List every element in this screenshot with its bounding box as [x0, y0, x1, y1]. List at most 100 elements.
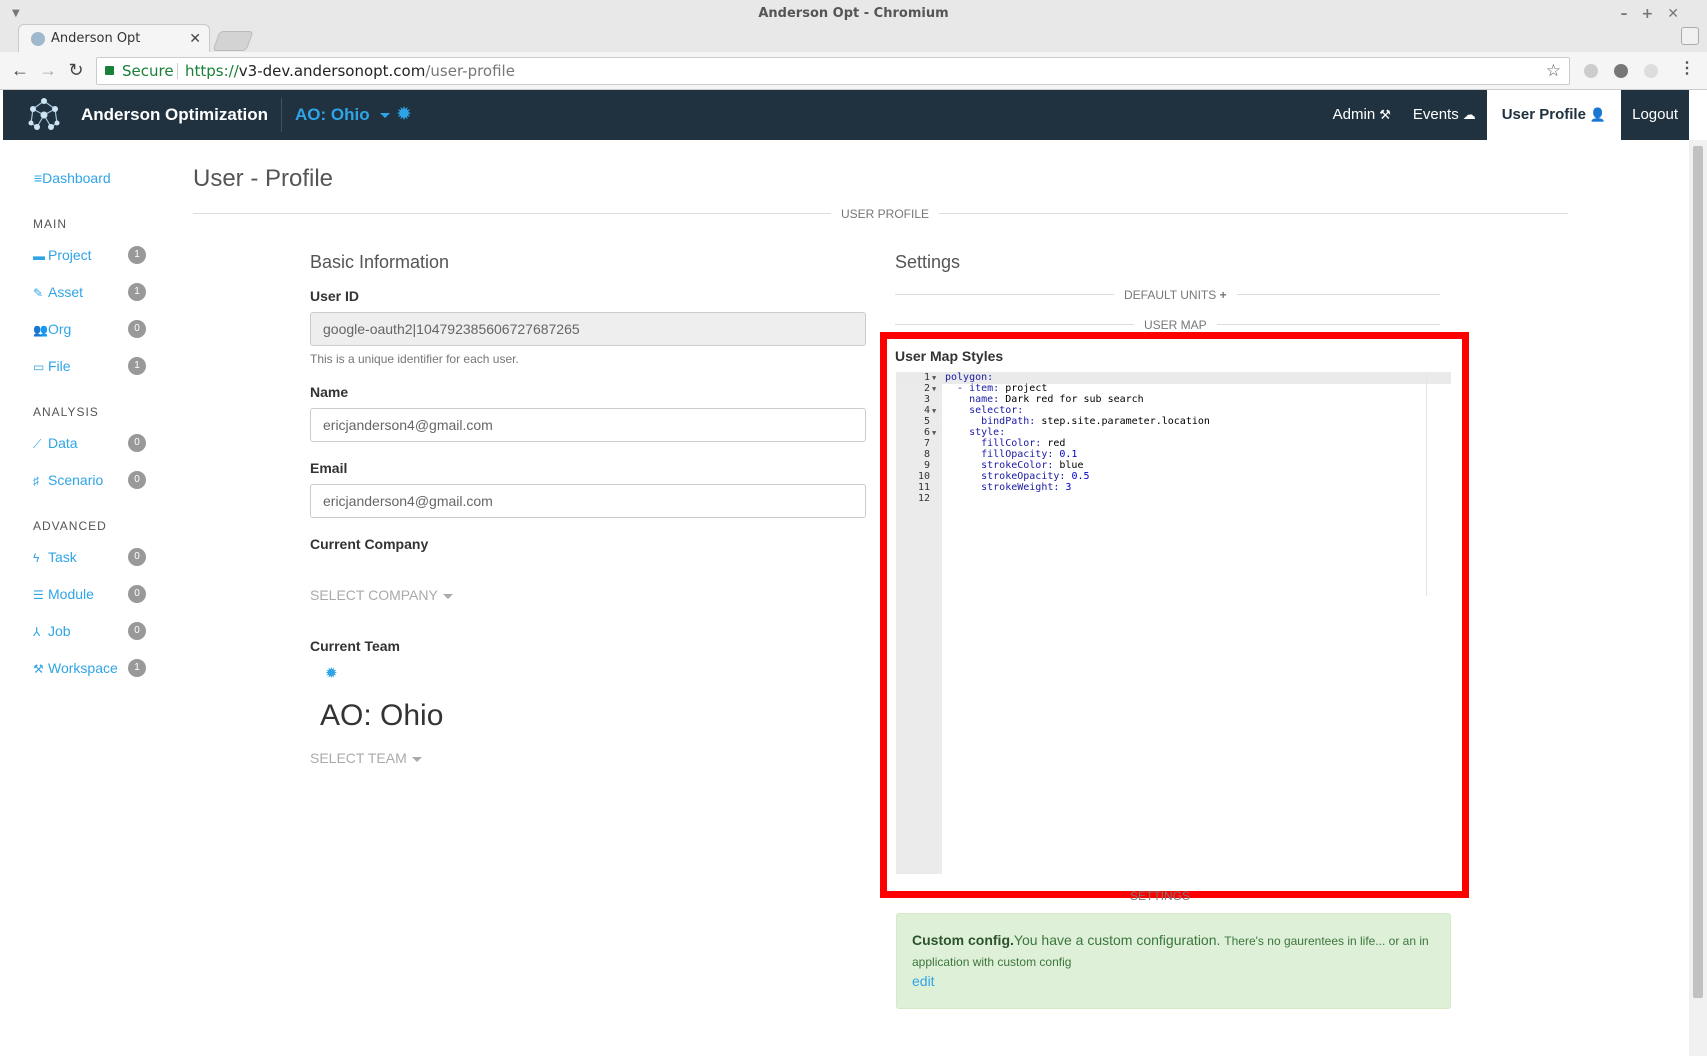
chevron-down-icon — [411, 756, 422, 762]
alert-message: Custom config.You have a custom configur… — [912, 930, 1437, 972]
url-separator — [177, 63, 178, 79]
alert-strong: Custom config. — [912, 932, 1014, 948]
alert-text: You have a custom configuration. — [1013, 932, 1221, 948]
url-text[interactable]: https://v3-dev.andersonopt.com/user-prof… — [185, 58, 515, 84]
pencil-icon: ✎ — [33, 286, 44, 300]
email-label: Email — [310, 460, 348, 476]
current-team-label: Current Team — [310, 638, 400, 654]
sidebar-section-analysis: ANALYSIS — [33, 405, 99, 419]
user-id-field[interactable]: google-oauth2|104792385606727687265 — [310, 312, 866, 346]
sidebar-item-data[interactable]: ⟋ Data 0 — [33, 432, 153, 454]
count-badge: 1 — [128, 246, 146, 264]
sidebar-item-label: Job — [48, 623, 71, 639]
code-editor[interactable]: 1 ▼ polygon: 2 ▼ - item: project 3 name: Dark… — [896, 372, 1451, 874]
nav-logout[interactable]: Logout — [1621, 90, 1689, 140]
count-badge: 0 — [128, 471, 146, 489]
navbar-links: Admin ⚒ Events ☁ User Profile 👤 Logout — [1322, 90, 1689, 140]
name-field[interactable]: ericjanderson4@gmail.com — [310, 408, 866, 442]
chevron-down-icon — [442, 593, 453, 599]
sidebar-item-label: Project — [48, 247, 92, 263]
count-badge: 0 — [128, 548, 146, 566]
address-bar[interactable]: Secure https://v3-dev.andersonopt.com/us… — [96, 57, 1570, 85]
line-number: 12 — [917, 493, 930, 504]
url-host: v3-dev.andersonopt.com — [238, 62, 426, 80]
sidebar-item-label: File — [48, 358, 71, 374]
browser-tab[interactable]: Anderson Opt ✕ — [18, 24, 210, 52]
sidebar-item-project[interactable]: ▬ Project 1 — [33, 244, 153, 266]
sliders-icon: ♯ — [33, 474, 39, 488]
nav-user-profile-label: User Profile — [1501, 106, 1586, 123]
extension-icon[interactable] — [1584, 64, 1598, 78]
page-scrollbar[interactable] — [1689, 140, 1707, 1056]
settings-subsection-label: SETTINGS — [1130, 889, 1191, 903]
team-gear-icon[interactable]: ✹ — [325, 664, 338, 682]
user-id-label: User ID — [310, 288, 360, 304]
chart-icon: ⟋ — [33, 437, 42, 451]
default-units-toggle[interactable]: DEFAULT UNITS + — [1114, 288, 1237, 302]
nav-admin-label: Admin — [1332, 106, 1376, 123]
user-id-help: This is a unique identifier for each use… — [310, 352, 519, 366]
team-settings-gear-icon[interactable]: ✹ — [396, 90, 412, 140]
secure-indicator[interactable]: Secure — [105, 58, 174, 84]
brand-name[interactable]: Anderson Optimization — [81, 90, 268, 140]
select-team-dropdown[interactable]: SELECT TEAM — [310, 750, 422, 766]
page-title: User - Profile — [193, 165, 334, 192]
cloud-icon: ☁ — [1462, 107, 1476, 122]
select-company-dropdown[interactable]: SELECT COMPANY — [310, 587, 453, 603]
sidebar-item-file[interactable]: ▭ File 1 — [33, 355, 153, 377]
profile-icon[interactable] — [1681, 27, 1699, 45]
tab-title: Anderson Opt — [51, 31, 141, 46]
extension-shield-icon[interactable] — [1614, 64, 1628, 78]
sitemap-icon: ⅄ — [33, 625, 41, 639]
logo-icon[interactable] — [25, 97, 63, 133]
sidebar-item-asset[interactable]: ✎ Asset 1 — [33, 281, 153, 303]
current-company-label: Current Company — [310, 536, 429, 552]
count-badge: 1 — [128, 357, 146, 375]
sidebar-item-label: Task — [48, 549, 77, 565]
bookmark-star-icon[interactable]: ☆ — [1546, 58, 1561, 84]
user-profile-section-label: USER PROFILE — [831, 207, 940, 221]
new-tab-button[interactable] — [212, 31, 254, 51]
sidebar-item-workspace[interactable]: ⚒ Workspace 1 — [33, 657, 153, 679]
wrench-icon: ⚒ — [33, 662, 44, 676]
sidebar-dashboard-label: Dashboard — [42, 170, 111, 186]
count-badge: 1 — [128, 283, 146, 301]
nav-admin[interactable]: Admin ⚒ — [1322, 90, 1402, 140]
browser-toolbar: ← → ↻ Secure https://v3-dev.andersonopt.… — [0, 52, 1707, 90]
sidebar-item-task[interactable]: ϟ Task 0 — [33, 546, 153, 568]
count-badge: 0 — [128, 320, 146, 338]
sidebar-item-label: Scenario — [48, 472, 104, 488]
sidebar-item-job[interactable]: ⅄ Job 0 — [33, 620, 153, 642]
sidebar-dashboard-link[interactable]: ≡Dashboard — [34, 170, 111, 186]
sidebar-item-module[interactable]: ☰ Module 0 — [33, 583, 153, 605]
email-field[interactable]: ericjanderson4@gmail.com — [310, 484, 866, 518]
browser-menu-icon[interactable]: ⋮ — [1679, 58, 1695, 78]
select-company-label: SELECT COMPANY — [310, 587, 438, 603]
reload-icon[interactable]: ↻ — [64, 58, 88, 82]
users-icon: 👥 — [33, 323, 48, 337]
user-icon: 👤 — [1589, 107, 1607, 122]
folder-icon: ▬ — [33, 249, 45, 263]
sidebar-item-org[interactable]: 👥Org 0 — [33, 318, 153, 340]
back-icon[interactable]: ← — [8, 58, 32, 82]
forward-icon[interactable]: → — [36, 58, 60, 82]
count-badge: 0 — [128, 622, 146, 640]
nav-user-profile[interactable]: User Profile 👤 — [1486, 90, 1622, 140]
url-path: /user-profile — [425, 62, 515, 80]
hdd-icon: ▭ — [33, 360, 45, 374]
count-badge: 1 — [128, 659, 146, 677]
sidebar-item-scenario[interactable]: ♯ Scenario 0 — [33, 469, 153, 491]
nav-events[interactable]: Events ☁ — [1402, 90, 1487, 140]
settings-title: Settings — [895, 252, 961, 272]
extension-puzzle-icon[interactable] — [1644, 64, 1658, 78]
secure-label: Secure — [122, 62, 174, 80]
tab-close-icon[interactable]: ✕ — [189, 25, 201, 53]
sidebar-item-label: Module — [48, 586, 94, 602]
edit-config-link[interactable]: edit — [912, 973, 935, 989]
code-line[interactable]: 12 — [896, 493, 1451, 505]
team-dropdown[interactable]: AO: Ohio — [295, 90, 390, 140]
window-title: Anderson Opt - Chromium — [758, 6, 949, 21]
count-badge: 0 — [128, 585, 146, 603]
lock-icon — [105, 66, 114, 75]
scrollbar-thumb[interactable] — [1693, 146, 1703, 998]
